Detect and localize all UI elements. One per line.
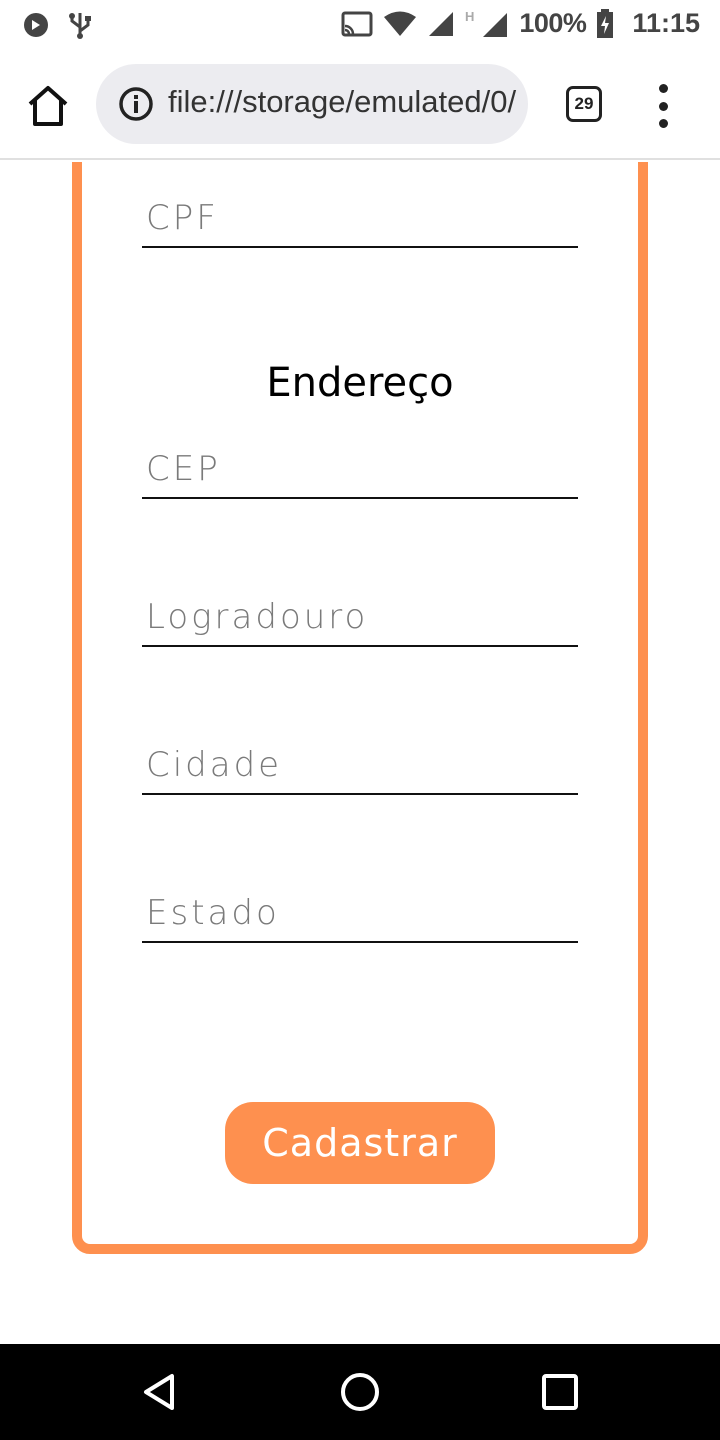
- logradouro-field[interactable]: [142, 573, 578, 647]
- signal-h-icon: H: [465, 9, 508, 37]
- home-nav-icon[interactable]: [338, 1370, 382, 1414]
- clock: 11:15: [632, 8, 700, 38]
- estado-field[interactable]: [142, 869, 578, 943]
- cep-input[interactable]: [142, 425, 578, 497]
- usb-icon: [69, 13, 91, 39]
- info-icon[interactable]: [118, 86, 154, 122]
- battery-percent: 100%: [519, 8, 587, 38]
- page-content: Endereço Cadastrar: [0, 162, 720, 1344]
- form-card: [72, 162, 648, 1254]
- url-text[interactable]: file:///storage/emulated/0/: [168, 84, 516, 120]
- cidade-field[interactable]: [142, 721, 578, 795]
- svg-text:H: H: [465, 9, 474, 24]
- address-section-title: Endereço: [266, 360, 454, 406]
- status-bar: H 100% 11:15: [0, 0, 720, 50]
- recents-icon[interactable]: [538, 1370, 582, 1414]
- notification-icon: [24, 13, 48, 37]
- home-icon[interactable]: [24, 82, 72, 130]
- back-icon[interactable]: [138, 1370, 182, 1414]
- cpf-field[interactable]: [142, 174, 578, 248]
- tab-switcher-button[interactable]: 29: [566, 86, 602, 122]
- cadastrar-button[interactable]: Cadastrar: [225, 1102, 495, 1184]
- battery-charging-icon: [597, 8, 614, 38]
- url-bar[interactable]: file:///storage/emulated/0/: [96, 64, 528, 144]
- overflow-menu-icon[interactable]: [650, 84, 676, 128]
- wifi-icon: [384, 11, 417, 36]
- signal-icon: [429, 11, 454, 36]
- browser-toolbar: file:///storage/emulated/0/ 29: [0, 50, 720, 160]
- cast-icon: [341, 11, 373, 36]
- cpf-input[interactable]: [142, 174, 578, 246]
- logradouro-input[interactable]: [142, 573, 578, 645]
- system-nav-bar: [0, 1344, 720, 1440]
- estado-input[interactable]: [142, 869, 578, 941]
- cep-field[interactable]: [142, 425, 578, 499]
- tab-count: 29: [574, 94, 594, 113]
- cidade-input[interactable]: [142, 721, 578, 793]
